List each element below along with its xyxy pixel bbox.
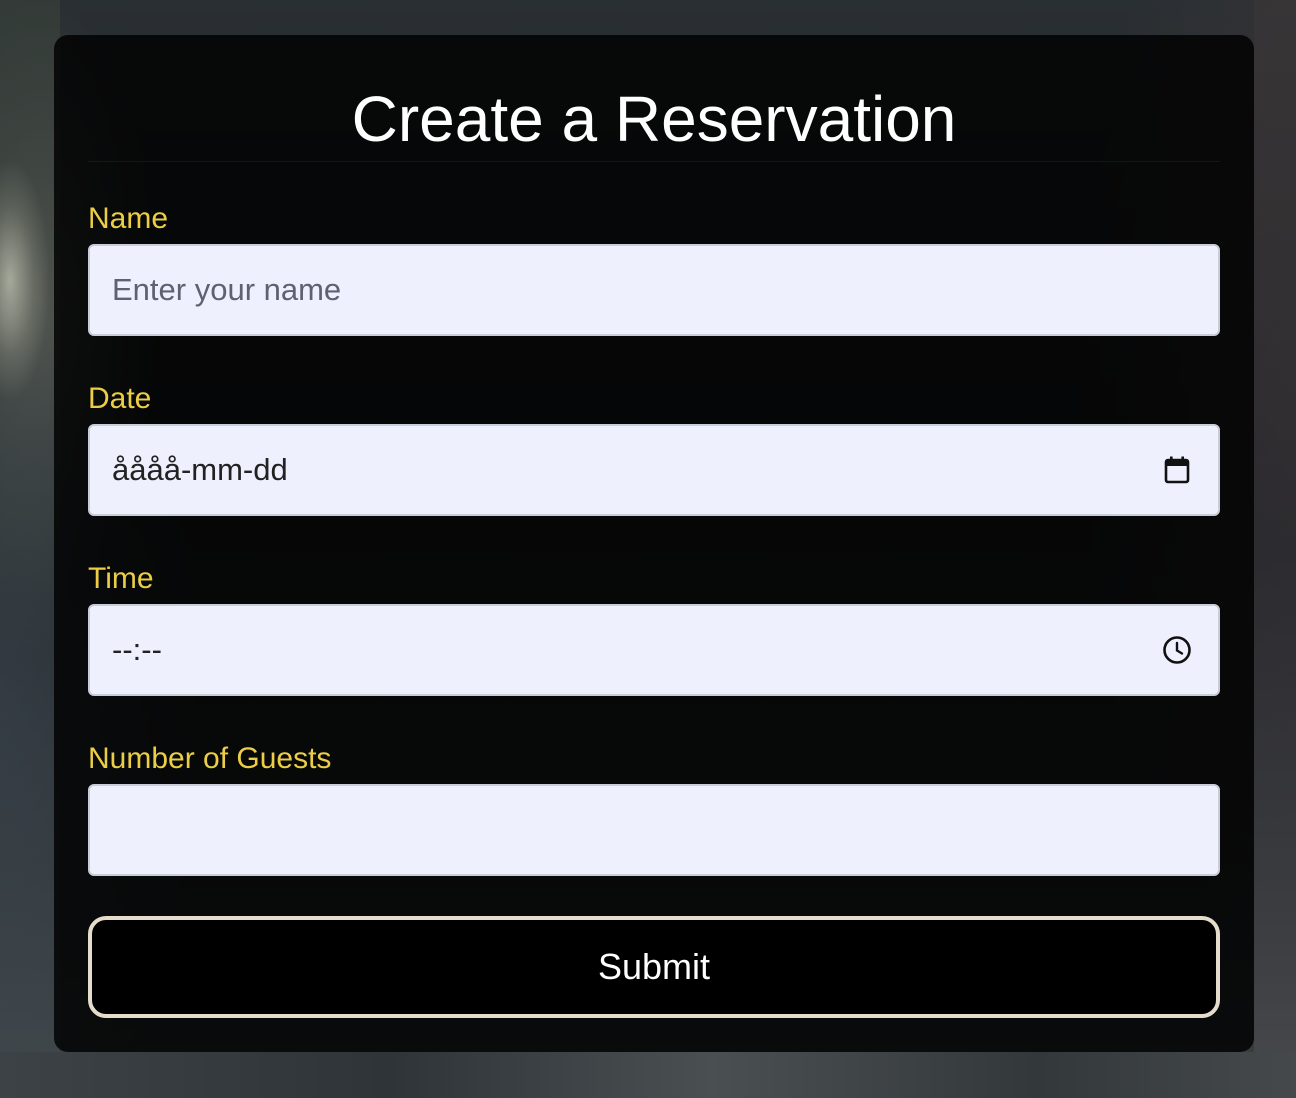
title-divider [88,161,1220,162]
submit-button[interactable]: Submit [88,916,1220,1018]
background-blur-right [1254,0,1296,1098]
background-blur-bottom [0,1052,1296,1098]
date-label: Date [88,382,152,415]
name-input[interactable] [112,272,1196,308]
background-blur-left [0,0,60,1098]
date-input[interactable]: åååå-mm-dd [112,452,1162,488]
page-title: Create a Reservation [351,83,957,155]
time-field[interactable]: --:-- [88,604,1220,696]
time-input[interactable]: --:-- [112,632,1162,668]
reservation-card: Create a Reservation Name Date åååå-mm-d… [54,35,1254,1052]
date-field[interactable]: åååå-mm-dd [88,424,1220,516]
guests-field[interactable] [88,784,1220,876]
calendar-icon[interactable] [1162,455,1192,485]
name-field[interactable] [88,244,1220,336]
guests-input[interactable] [112,812,1196,848]
clock-icon[interactable] [1162,635,1192,665]
name-label: Name [88,202,169,235]
time-label: Time [88,562,154,595]
guests-label: Number of Guests [88,742,332,775]
